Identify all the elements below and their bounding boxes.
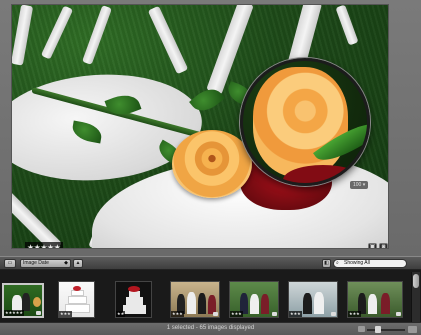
filmstrip: ★★★★★ ★★★ ★★ ★★★ ★★★ ★★★ ★★★ — [0, 270, 421, 322]
thumbnail-figure — [198, 293, 206, 314]
view-mode-button[interactable]: ▭ — [4, 259, 16, 268]
thumbnail-cake-tier — [123, 305, 146, 314]
thumbnail[interactable]: ★★★ — [58, 281, 95, 318]
image-viewer: ★★★★★ ▣ ◙ 100 ▾ — [0, 0, 421, 256]
thumbnail-rating: ★★★ — [59, 311, 72, 317]
filmstrip-scrollbar[interactable] — [411, 272, 420, 322]
sort-by-popup[interactable]: Image Date ◆ — [20, 259, 71, 268]
thumbnail[interactable]: ★★ — [115, 281, 152, 318]
scrollbar-thumb[interactable] — [413, 274, 419, 288]
loupe-magnifier[interactable] — [240, 58, 370, 186]
adjustment-badge-icon — [272, 312, 277, 316]
thumbnail-flowers — [128, 286, 140, 292]
metadata-overlay-button[interactable]: ▣ — [368, 243, 377, 248]
adjustment-badge-icon — [213, 312, 218, 316]
search-icon: ⌕ — [336, 260, 339, 266]
loupe-zoom-popup[interactable]: 100 ▾ — [350, 181, 369, 189]
image-rating[interactable]: ★★★★★ — [25, 242, 63, 248]
thumbnail-figure — [250, 294, 259, 314]
thumbnail-figure — [381, 293, 390, 314]
thumbnail[interactable]: ★★★ — [229, 281, 279, 318]
thumbnail-rating: ★★★ — [348, 311, 361, 317]
browser-toolbar: ▭ Image Date ◆ ▲ ◧ ⌕ Showing All — [0, 256, 421, 270]
thumbnail[interactable]: ★★★ — [170, 281, 220, 318]
thumbnail-rating: ★★★ — [289, 311, 302, 317]
thumbnail-figure — [187, 292, 196, 314]
thumbnail-size-slider[interactable] — [367, 326, 405, 333]
thumbnail-cake-tier — [126, 297, 143, 305]
thumbnail-figure — [261, 294, 269, 314]
thumbnail-flowers — [73, 286, 81, 291]
slider-knob[interactable] — [375, 326, 381, 333]
thumbnail-rating: ★★★ — [171, 311, 184, 317]
large-thumbnail-icon[interactable] — [408, 326, 417, 333]
thumbnail-figure — [368, 294, 377, 314]
adjustment-badge-icon — [331, 312, 336, 316]
thumbnail-figure — [303, 293, 312, 314]
thumbnail[interactable]: ★★★ — [288, 281, 338, 318]
adjustment-badge-icon — [36, 311, 41, 315]
thumbnail-rating: ★★ — [116, 311, 126, 317]
filter-hud-button[interactable]: ◧ — [322, 259, 331, 268]
thumbnail-figure — [12, 295, 22, 311]
thumbnail-rating: ★★★★★ — [4, 310, 24, 316]
thumbnail-rating: ★★★ — [230, 311, 243, 317]
thumbnail[interactable]: ★★★ — [347, 281, 403, 318]
chevron-updown-icon: ◆ — [64, 260, 68, 266]
filter-search-field[interactable]: ⌕ Showing All — [333, 259, 407, 268]
yellow-rose — [172, 130, 252, 198]
search-field-value: Showing All — [344, 260, 370, 266]
status-bar: 1 selected - 65 images displayed — [0, 322, 421, 335]
sort-direction-button[interactable]: ▲ — [73, 259, 83, 268]
thumbnail-figure — [33, 297, 41, 307]
thumbnail[interactable]: ★★★★★ — [2, 283, 44, 318]
edit-overlay-button[interactable]: ◙ — [379, 243, 388, 248]
small-thumbnail-icon[interactable] — [358, 326, 365, 332]
loupe-rose-detail — [253, 67, 348, 177]
thumbnail-cake-tier — [68, 296, 87, 304]
adjustment-badge-icon — [396, 312, 401, 316]
thumbnail-figure — [314, 292, 324, 314]
sort-by-label: Image Date — [23, 260, 49, 266]
thumbnail-figure — [22, 293, 30, 311]
